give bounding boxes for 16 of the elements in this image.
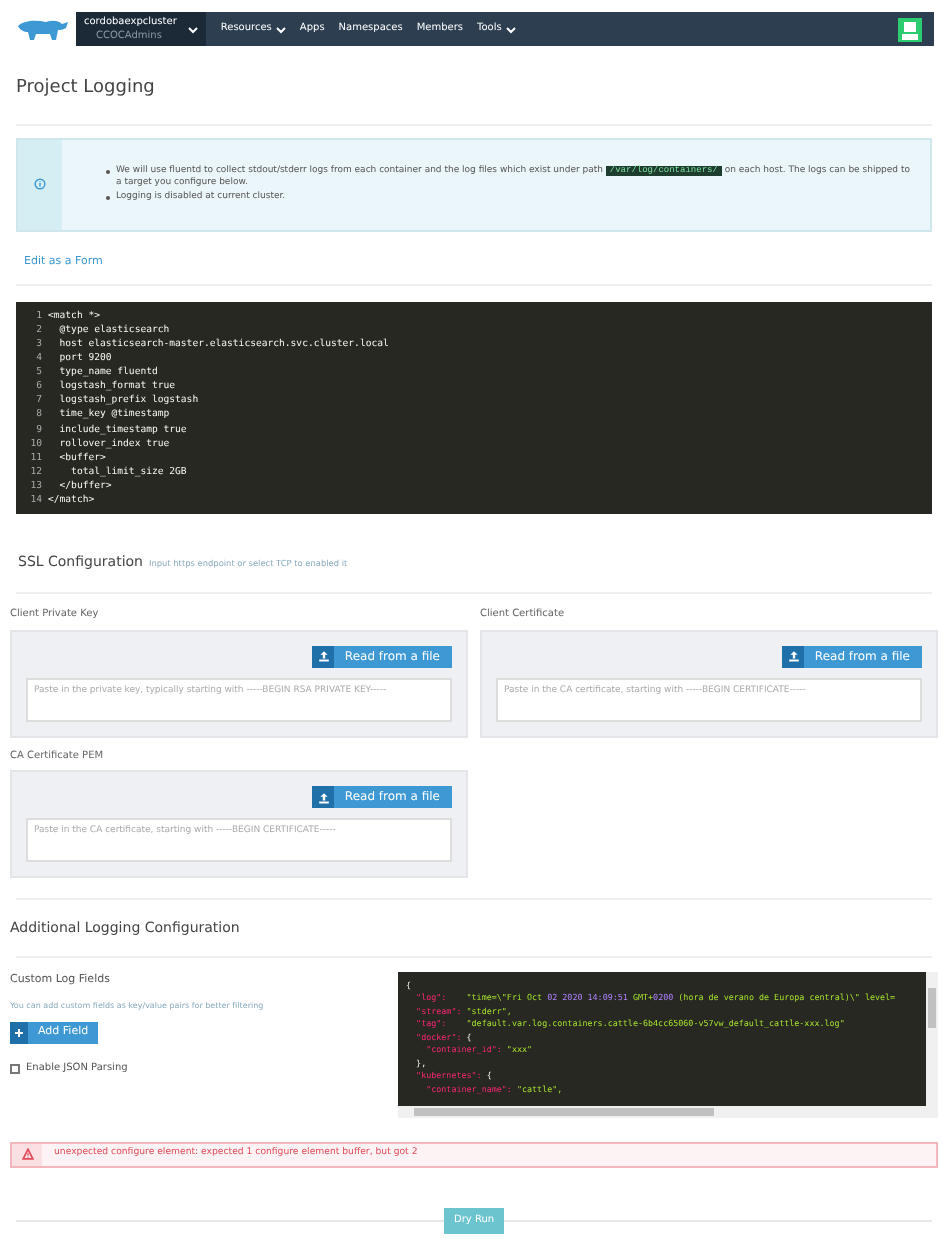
page-title: Project Logging (16, 76, 932, 125)
caret-icon (505, 25, 516, 33)
avatar-icon[interactable] (898, 17, 922, 41)
checkbox[interactable] (10, 1064, 20, 1075)
cow-logo (14, 17, 70, 41)
caret-icon (275, 25, 286, 33)
chevron-down-icon (188, 26, 199, 35)
vertical-scrollbar[interactable] (926, 971, 938, 1106)
horizontal-scrollbar[interactable] (398, 1105, 938, 1118)
warning-icon (21, 1148, 33, 1161)
info-icon (34, 178, 46, 190)
upload-icon (787, 650, 800, 663)
code-editor[interactable] (16, 301, 932, 514)
plus-icon (14, 1028, 24, 1038)
upload-icon (317, 791, 330, 804)
upload-icon (317, 650, 330, 663)
